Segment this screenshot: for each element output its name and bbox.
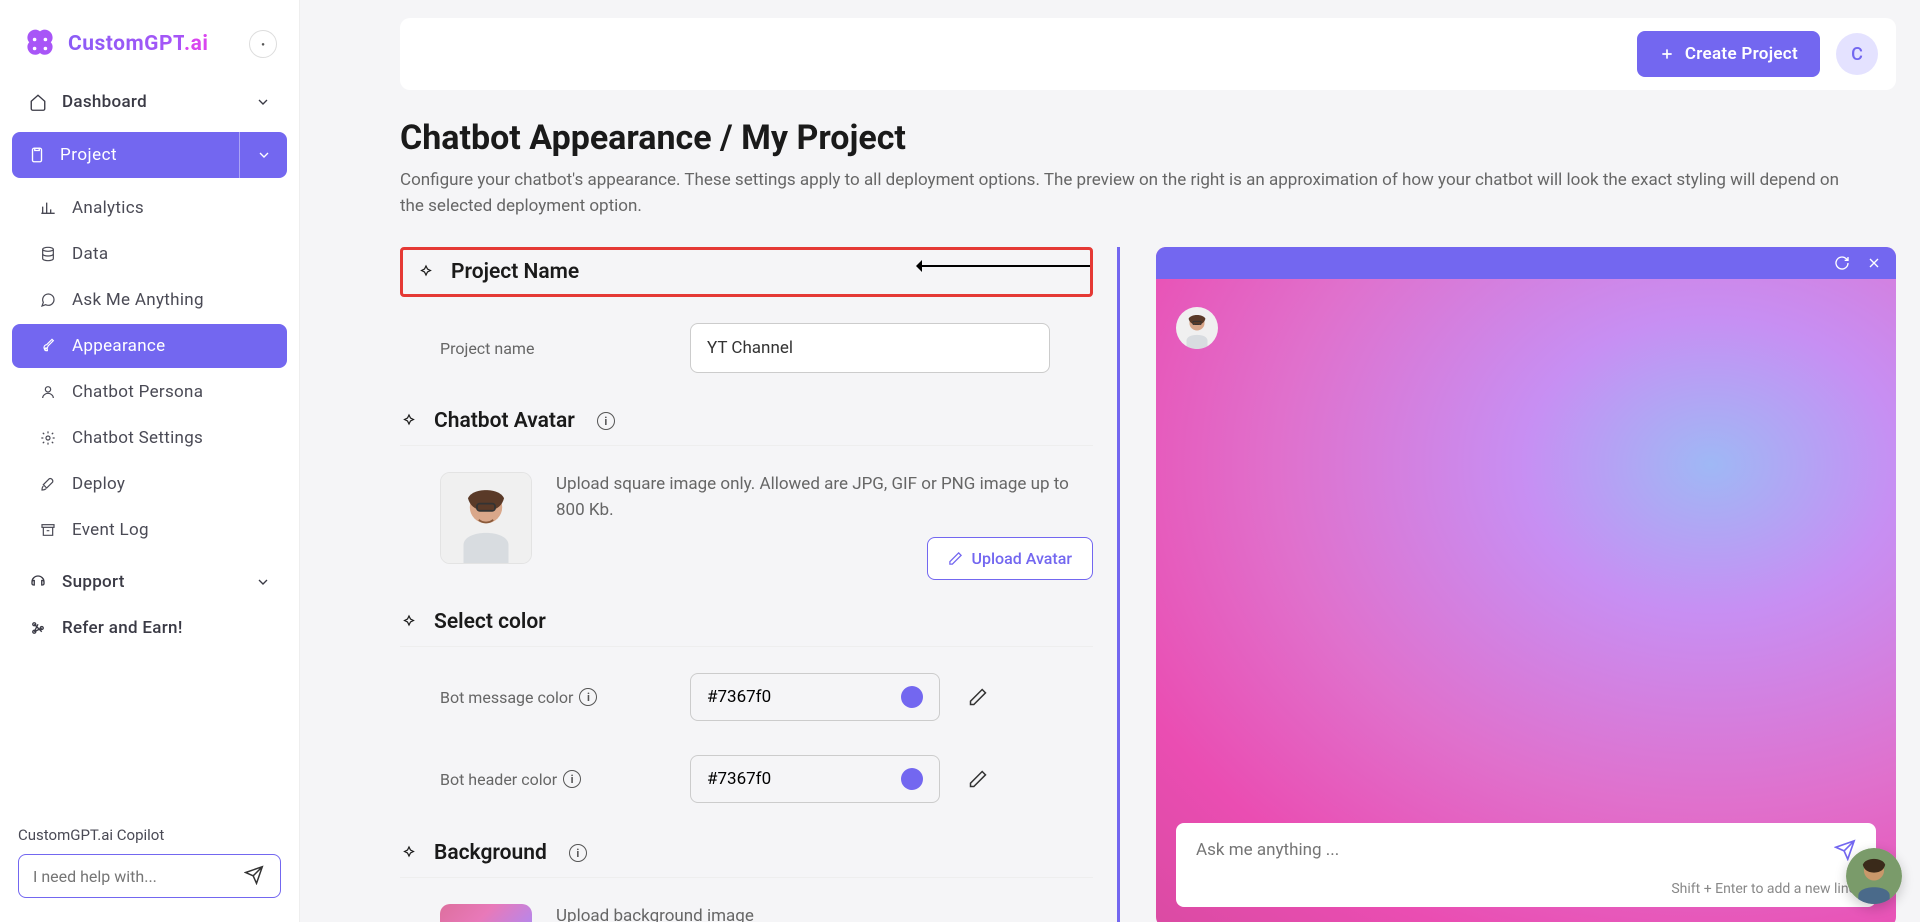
brand-name: CustomGPT	[68, 32, 184, 56]
copilot-title: CustomGPT.ai Copilot	[18, 826, 281, 844]
copilot-input[interactable]	[33, 867, 244, 886]
database-icon	[38, 246, 58, 262]
brain-icon	[22, 26, 58, 62]
headphones-icon	[28, 573, 48, 591]
clipboard-icon	[28, 146, 46, 164]
info-icon[interactable]: i	[597, 412, 615, 430]
section-title: Background	[434, 841, 547, 865]
chat-hint: Shift + Enter to add a new line	[1196, 881, 1856, 897]
background-preview	[440, 904, 532, 922]
section-title: Select color	[434, 610, 546, 634]
chat-input[interactable]	[1196, 840, 1834, 860]
upload-avatar-label: Upload Avatar	[971, 549, 1072, 568]
help-fab[interactable]	[1846, 848, 1902, 904]
home-icon	[28, 93, 48, 111]
message-color-label: Bot message color	[440, 688, 573, 707]
project-chevron-button[interactable]	[239, 132, 287, 178]
nav-eventlog[interactable]: Event Log	[12, 508, 287, 552]
nav-dashboard-label: Dashboard	[62, 92, 147, 112]
nav-refer-label: Refer and Earn!	[62, 618, 183, 638]
message-color-value: #7367f0	[707, 687, 771, 707]
chevron-down-icon	[255, 94, 271, 110]
brand-suffix: .ai	[184, 32, 208, 56]
color-swatch	[901, 686, 923, 708]
color-swatch	[901, 768, 923, 790]
nav-item-label: Chatbot Settings	[72, 428, 203, 448]
section-title: Chatbot Avatar	[434, 409, 575, 433]
send-icon[interactable]	[244, 865, 266, 887]
page-title: Chatbot Appearance / My Project	[400, 118, 1896, 158]
plus-icon	[1659, 46, 1675, 62]
nav-support-label: Support	[62, 572, 125, 592]
sidebar: CustomGPT.ai ● Dashboard Project Analyti…	[0, 0, 300, 922]
nav-support[interactable]: Support	[12, 560, 287, 604]
nav-item-label: Appearance	[72, 336, 165, 356]
edit-message-color-button[interactable]	[960, 679, 996, 715]
user-avatar[interactable]: C	[1836, 33, 1878, 75]
share-icon	[28, 619, 48, 637]
chatbot-preview: Shift + Enter to add a new line	[1156, 247, 1896, 922]
brush-icon	[38, 338, 58, 354]
topbar: Create Project C	[400, 18, 1896, 90]
section-background: Background i	[400, 829, 1093, 878]
info-icon[interactable]: i	[579, 688, 597, 706]
nav-data[interactable]: Data	[12, 232, 287, 276]
edit-header-color-button[interactable]	[960, 761, 996, 797]
page-subtitle: Configure your chatbot's appearance. The…	[400, 168, 1840, 219]
sparkle-icon	[400, 613, 418, 631]
header-color-label: Bot header color	[440, 770, 557, 789]
sparkle-icon	[417, 263, 435, 281]
brand-logo[interactable]: CustomGPT.ai	[22, 26, 208, 62]
sparkle-icon	[400, 844, 418, 862]
nav-chatbot-settings[interactable]: Chatbot Settings	[12, 416, 287, 460]
nav-persona[interactable]: Chatbot Persona	[12, 370, 287, 414]
sparkle-icon	[400, 412, 418, 430]
section-color: Select color	[400, 598, 1093, 647]
section-avatar: Chatbot Avatar i	[400, 397, 1093, 446]
info-icon[interactable]: i	[563, 770, 581, 788]
chevron-down-icon	[255, 574, 271, 590]
annotation-arrow	[920, 265, 1090, 267]
copilot-input-wrap[interactable]	[18, 854, 281, 898]
nav-refer[interactable]: Refer and Earn!	[12, 606, 287, 650]
avatar-help-text: Upload square image only. Allowed are JP…	[556, 472, 1093, 523]
section-project-name: Project Name	[400, 247, 1093, 297]
nav-item-label: Analytics	[72, 198, 144, 218]
message-color-input[interactable]: #7367f0	[690, 673, 940, 721]
user-icon	[38, 384, 58, 400]
nav-item-label: Event Log	[72, 520, 149, 540]
nav-deploy[interactable]: Deploy	[12, 462, 287, 506]
archive-icon	[38, 522, 58, 538]
chat-bot-avatar	[1176, 307, 1218, 349]
refresh-button[interactable]	[1834, 255, 1850, 271]
section-title: Project Name	[451, 260, 579, 284]
nav-item-label: Chatbot Persona	[72, 382, 203, 402]
info-icon[interactable]: i	[569, 844, 587, 862]
nav-item-label: Deploy	[72, 474, 125, 494]
upload-avatar-button[interactable]: Upload Avatar	[927, 537, 1093, 580]
settings-toggle-button[interactable]: ●	[249, 30, 277, 58]
create-project-label: Create Project	[1685, 44, 1798, 64]
chat-icon	[38, 292, 58, 308]
pencil-icon	[948, 551, 963, 566]
nav-item-label: Ask Me Anything	[72, 290, 204, 310]
avatar-preview	[440, 472, 532, 564]
nav-item-label: Data	[72, 244, 108, 264]
header-color-value: #7367f0	[707, 769, 771, 789]
nav-analytics[interactable]: Analytics	[12, 186, 287, 230]
nav-appearance[interactable]: Appearance	[12, 324, 287, 368]
chart-icon	[38, 200, 58, 216]
rocket-icon	[38, 476, 58, 492]
nav-dashboard[interactable]: Dashboard	[12, 80, 287, 124]
gear-icon	[38, 430, 58, 446]
project-name-label: Project name	[440, 339, 670, 358]
project-name-input[interactable]	[690, 323, 1050, 373]
header-color-input[interactable]: #7367f0	[690, 755, 940, 803]
nav-project-label: Project	[60, 145, 117, 165]
background-help-text: Upload background image	[556, 904, 1093, 922]
nav-ask[interactable]: Ask Me Anything	[12, 278, 287, 322]
create-project-button[interactable]: Create Project	[1637, 31, 1820, 77]
nav-project[interactable]: Project	[12, 132, 239, 178]
close-button[interactable]	[1866, 255, 1882, 271]
